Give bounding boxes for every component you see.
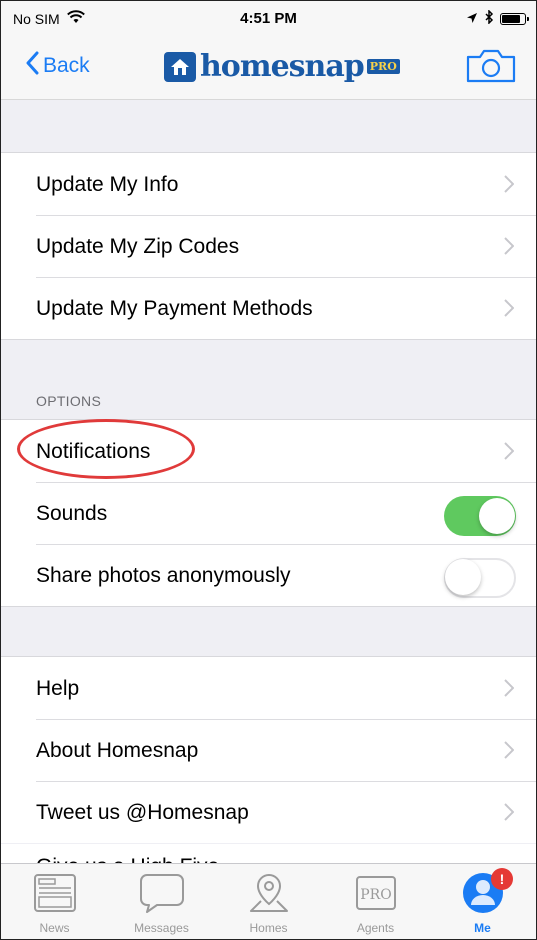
tab-messages[interactable]: Messages	[108, 864, 215, 939]
row-label: Sounds	[36, 502, 108, 525]
chevron-right-icon	[504, 237, 515, 260]
tab-label: Homes	[249, 921, 288, 935]
status-bar: No SIM 4:51 PM	[1, 1, 536, 35]
back-label: Back	[43, 54, 90, 77]
high-five-row[interactable]: Give us a High Five★	[1, 844, 536, 864]
update-my-payment-methods-row[interactable]: Update My Payment Methods	[1, 277, 536, 339]
newspaper-icon	[1, 870, 108, 916]
battery-icon	[500, 13, 529, 25]
app-frame: No SIM 4:51 PM Back homesnap PRO Update …	[0, 0, 537, 940]
chevron-right-icon	[504, 679, 515, 702]
pro-badge-icon: PRO	[322, 870, 429, 916]
row-label: About Homesnap	[36, 739, 199, 762]
toggle-knob	[445, 559, 481, 595]
house-logo-icon	[164, 51, 196, 82]
tab-label: Me	[474, 921, 491, 935]
tab-homes[interactable]: Homes	[215, 864, 322, 939]
tweet-us-row[interactable]: Tweet us @Homesnap	[1, 781, 536, 843]
update-my-info-row[interactable]: Update My Info	[1, 153, 536, 215]
chevron-right-icon	[504, 803, 515, 826]
row-label: Update My Payment Methods	[36, 297, 313, 320]
camera-icon	[465, 49, 517, 87]
tab-agents[interactable]: PRO Agents	[322, 864, 429, 939]
chevron-left-icon	[25, 51, 43, 81]
status-right	[466, 9, 529, 28]
back-button[interactable]: Back	[25, 51, 90, 81]
chat-bubble-icon	[108, 870, 215, 916]
tab-bar: News Messages Homes PRO Agents ! Me	[1, 863, 536, 939]
navigation-bar: Back homesnap PRO	[1, 35, 536, 100]
camera-button[interactable]	[465, 49, 517, 88]
logo-pro-badge: PRO	[366, 59, 400, 74]
tab-label: Agents	[356, 921, 395, 935]
chevron-right-icon	[504, 175, 515, 198]
update-my-zip-codes-row[interactable]: Update My Zip Codes	[1, 215, 536, 277]
options-section-header: OPTIONS	[36, 393, 102, 409]
sounds-row: Sounds	[1, 482, 536, 544]
account-group: Update My Info Update My Zip Codes Updat…	[1, 152, 536, 340]
toggle-knob	[479, 498, 515, 534]
bluetooth-icon	[484, 9, 494, 28]
sounds-toggle[interactable]	[444, 496, 516, 536]
row-label: Update My Zip Codes	[36, 235, 240, 258]
chevron-right-icon	[504, 442, 515, 465]
tab-label: Messages	[134, 921, 189, 935]
logo-wordmark: homesnap	[200, 49, 365, 84]
homesnap-logo: homesnap PRO	[164, 49, 400, 84]
row-label: Share photos anonymously	[36, 564, 291, 587]
tab-me[interactable]: ! Me	[429, 864, 536, 939]
clock: 4:51 PM	[240, 10, 297, 27]
row-label: Help	[36, 677, 80, 700]
map-pin-icon	[215, 870, 322, 916]
location-arrow-icon	[466, 11, 478, 28]
help-row[interactable]: Help	[1, 657, 536, 719]
options-group: Notifications Sounds Share photos anonym…	[1, 419, 536, 607]
chevron-right-icon	[504, 741, 515, 764]
row-label: Notifications	[36, 440, 151, 463]
tab-news[interactable]: News	[1, 864, 108, 939]
notification-badge: !	[491, 868, 513, 890]
row-label: Tweet us @Homesnap	[36, 801, 249, 824]
chevron-right-icon	[504, 299, 515, 322]
tab-label: News	[39, 921, 70, 935]
about-homesnap-row[interactable]: About Homesnap	[1, 719, 536, 781]
row-label: Update My Info	[36, 173, 179, 196]
notifications-row[interactable]: Notifications	[1, 420, 536, 482]
info-group: Help About Homesnap Tweet us @Homesnap	[1, 656, 536, 843]
share-photos-toggle[interactable]	[444, 558, 516, 598]
pro-text: PRO	[360, 887, 391, 903]
share-photos-row: Share photos anonymously	[1, 544, 536, 606]
person-icon	[429, 870, 536, 916]
